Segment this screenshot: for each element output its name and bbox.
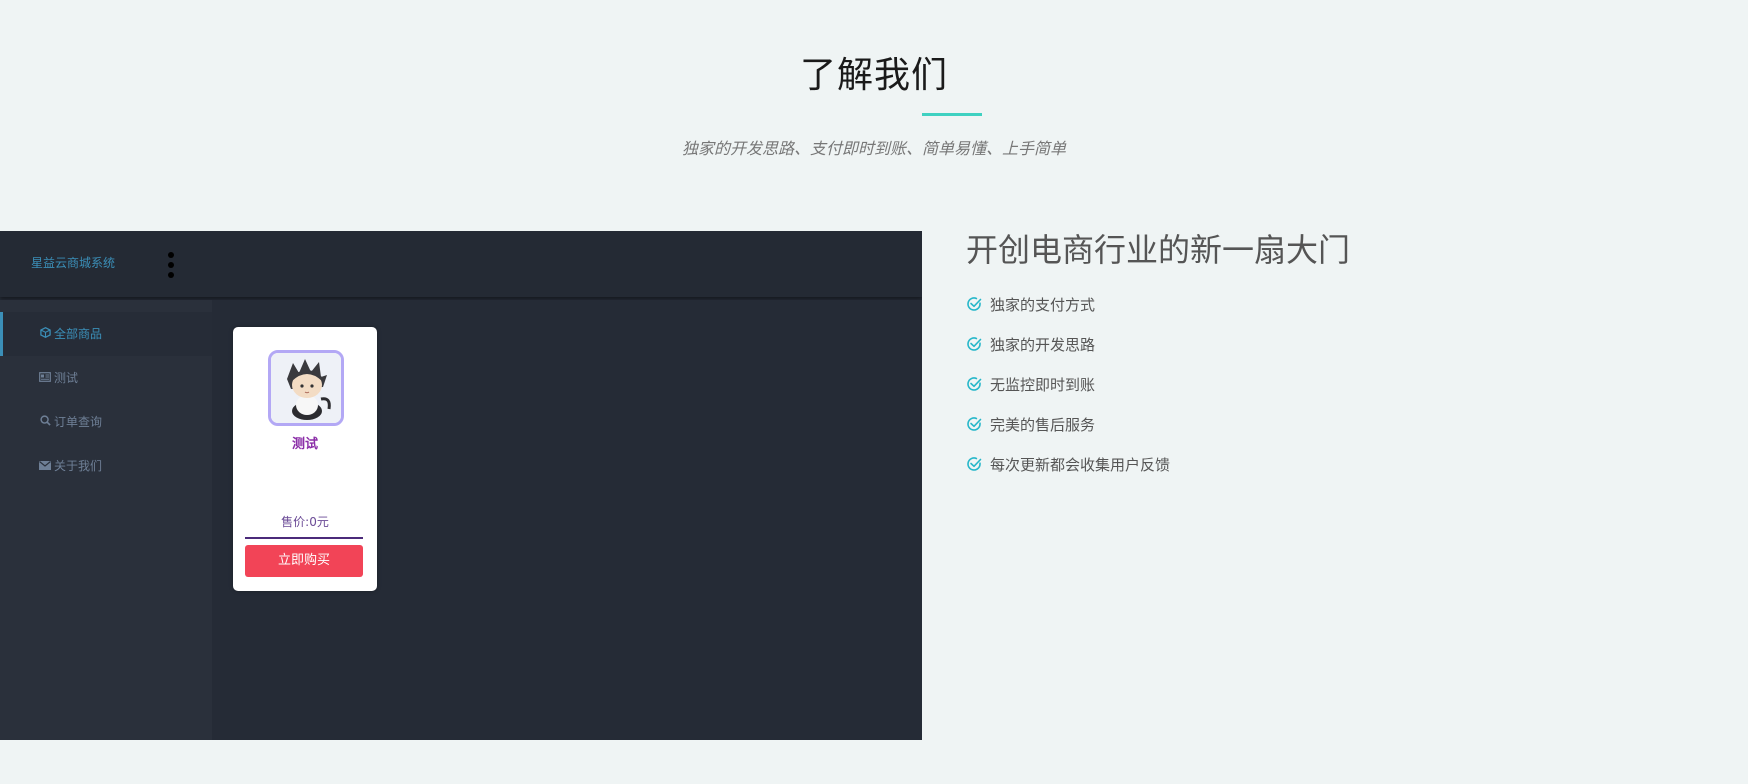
sidebar-item-label: 全部商品 [54, 327, 103, 341]
features-heading: 开创电商行业的新一扇大门 [966, 231, 1351, 269]
app-content: 测试 售价:0元 立即购买 [212, 300, 922, 740]
feature-text: 完美的售后服务 [990, 416, 1096, 434]
section-subtitle: 独家的开发思路、支付即时到账、简单易懂、上手简单 [681, 139, 1066, 158]
sidebar-item-label: 关于我们 [54, 459, 103, 473]
cube-icon [39, 313, 51, 357]
sidebar-item-order-lookup[interactable]: 订单查询 [0, 400, 212, 444]
envelope-icon [39, 445, 51, 489]
price-divider [245, 537, 363, 539]
check-circle-icon [967, 337, 982, 351]
section-title: 了解我们 [799, 55, 948, 96]
feature-item: 独家的支付方式 [966, 295, 1095, 315]
feature-text: 独家的支付方式 [990, 296, 1096, 314]
sidebar-item-test[interactable]: 测试 [0, 356, 212, 400]
app-sidebar: 全部商品 测试 订单查询 关于我们 [0, 300, 212, 740]
app-preview-screenshot: 星益云商城系统 全部商品 测试 订单查询 关于我们 测试 售价:0元 立即购买 [0, 231, 922, 740]
search-icon [39, 401, 51, 445]
sidebar-item-about-us[interactable]: 关于我们 [0, 444, 212, 488]
check-circle-icon [967, 377, 982, 391]
feature-item: 无监控即时到账 [966, 375, 1095, 395]
product-name[interactable]: 测试 [233, 436, 377, 454]
check-circle-icon [967, 297, 982, 311]
app-brand[interactable]: 星益云商城系统 [31, 255, 115, 271]
product-card[interactable]: 测试 售价:0元 立即购买 [233, 327, 377, 591]
feature-item: 完美的售后服务 [966, 415, 1095, 435]
app-topbar: 星益云商城系统 [0, 231, 922, 297]
id-card-icon [39, 357, 51, 401]
feature-item: 每次更新都会收集用户反馈 [966, 455, 1170, 475]
buy-now-button[interactable]: 立即购买 [245, 545, 363, 577]
feature-item: 独家的开发思路 [966, 335, 1095, 355]
title-underline [922, 113, 982, 116]
feature-text: 独家的开发思路 [990, 336, 1096, 354]
sidebar-item-label: 订单查询 [54, 415, 103, 429]
product-price: 售价:0元 [281, 515, 329, 529]
product-image[interactable] [268, 350, 344, 426]
more-menu-icon[interactable] [167, 252, 175, 280]
check-circle-icon [967, 457, 982, 471]
check-circle-icon [967, 417, 982, 431]
sidebar-item-all-products[interactable]: 全部商品 [0, 312, 212, 356]
sidebar-item-label: 测试 [54, 371, 79, 385]
feature-text: 每次更新都会收集用户反馈 [990, 456, 1171, 474]
feature-text: 无监控即时到账 [990, 376, 1096, 394]
